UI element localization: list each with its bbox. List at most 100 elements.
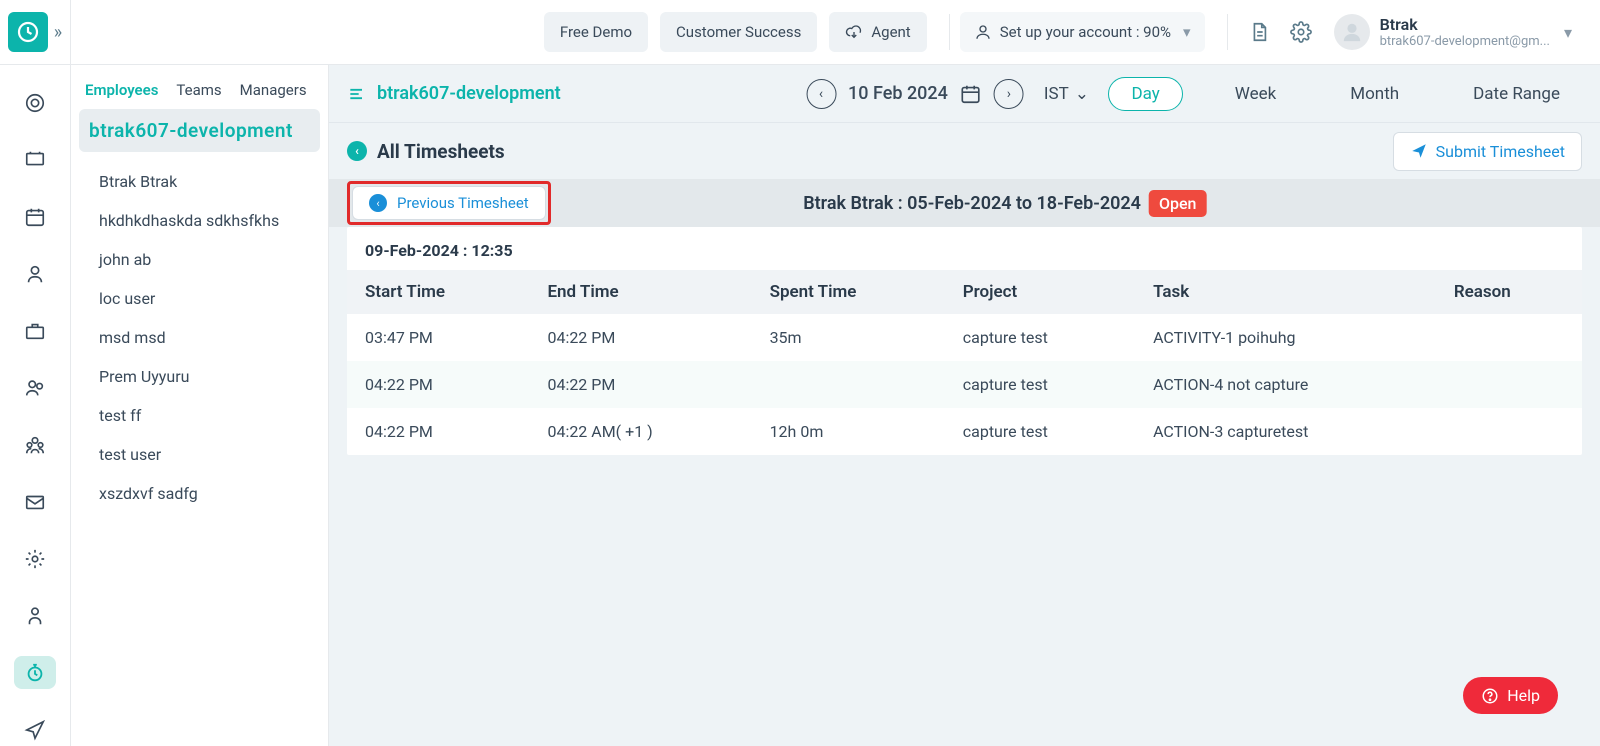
range-tabs: Day Week Month Date Range bbox=[1108, 77, 1582, 111]
separator bbox=[949, 14, 950, 50]
gear-icon bbox=[1290, 21, 1312, 43]
col-reason: Reason bbox=[1436, 270, 1582, 314]
date-label: 10 Feb 2024 bbox=[848, 83, 948, 104]
table-row[interactable]: 04:22 PM 04:22 PM capture test ACTION-4 … bbox=[347, 361, 1582, 408]
col-project: Project bbox=[945, 270, 1135, 314]
rail-briefcase[interactable] bbox=[14, 315, 56, 348]
list-icon bbox=[347, 84, 367, 104]
setup-account-label: Set up your account : 90% bbox=[1000, 23, 1171, 41]
tab-month[interactable]: Month bbox=[1328, 78, 1421, 110]
agent-button[interactable]: Agent bbox=[829, 12, 926, 52]
content-head: btrak607-development ‹ 10 Feb 2024 › IST… bbox=[329, 65, 1600, 123]
cell-start: 03:47 PM bbox=[347, 314, 529, 361]
timesheet-band: ‹ Previous Timesheet Btrak Btrak : 05-Fe… bbox=[329, 179, 1600, 227]
employee-list: Btrak Btrak hkdhkdhaskda sdkhsfkhs john … bbox=[79, 158, 320, 513]
next-day-button[interactable]: › bbox=[994, 79, 1024, 109]
tab-week[interactable]: Week bbox=[1213, 78, 1298, 110]
cell-end: 04:22 PM bbox=[529, 361, 751, 408]
selected-entity[interactable]: btrak607-development bbox=[79, 109, 320, 152]
tab-day[interactable]: Day bbox=[1108, 77, 1182, 111]
rail-location[interactable] bbox=[14, 713, 56, 746]
list-item[interactable]: loc user bbox=[93, 279, 320, 318]
rail-calendar[interactable] bbox=[14, 201, 56, 234]
list-item[interactable]: hkdhkdhaskda sdkhsfkhs bbox=[93, 201, 320, 240]
col-task: Task bbox=[1135, 270, 1436, 314]
cell-task: ACTION-4 not capture bbox=[1135, 361, 1436, 408]
user-setup-icon bbox=[974, 23, 992, 41]
rail-team[interactable] bbox=[14, 429, 56, 462]
cell-spent bbox=[752, 361, 945, 408]
tab-date-range[interactable]: Date Range bbox=[1451, 78, 1582, 110]
rail-profile[interactable] bbox=[14, 599, 56, 632]
rail-settings[interactable] bbox=[14, 542, 56, 575]
previous-timesheet-highlight: ‹ Previous Timesheet bbox=[347, 181, 551, 225]
list-item[interactable]: test user bbox=[93, 435, 320, 474]
topbar-actions: Free Demo Customer Success Agent Set up … bbox=[71, 11, 1600, 53]
previous-timesheet-label: Previous Timesheet bbox=[397, 194, 529, 212]
list-item[interactable]: xszdxvf sadfg bbox=[93, 474, 320, 513]
settings-icon-button[interactable] bbox=[1280, 11, 1322, 53]
list-item[interactable]: Btrak Btrak bbox=[93, 162, 320, 201]
cell-reason bbox=[1436, 314, 1582, 361]
list-item[interactable]: msd msd bbox=[93, 318, 320, 357]
rail-screen[interactable] bbox=[14, 144, 56, 177]
cell-start: 04:22 PM bbox=[347, 408, 529, 455]
topbar: » Free Demo Customer Success Agent Set u… bbox=[0, 0, 1600, 65]
previous-timesheet-button[interactable]: ‹ Previous Timesheet bbox=[352, 186, 546, 220]
tab-employees[interactable]: Employees bbox=[85, 81, 158, 99]
tab-managers[interactable]: Managers bbox=[240, 81, 307, 99]
back-icon: ‹ bbox=[347, 141, 367, 161]
cell-start: 04:22 PM bbox=[347, 361, 529, 408]
prev-day-button[interactable]: ‹ bbox=[806, 79, 836, 109]
download-cloud-icon bbox=[845, 23, 863, 41]
help-button[interactable]: Help bbox=[1463, 677, 1558, 714]
document-icon-button[interactable] bbox=[1238, 11, 1280, 53]
all-timesheets-heading[interactable]: ‹ All Timesheets bbox=[347, 140, 505, 163]
table-row[interactable]: 03:47 PM 04:22 PM 35m capture test ACTIV… bbox=[347, 314, 1582, 361]
list-item[interactable]: test ff bbox=[93, 396, 320, 435]
rail-people[interactable] bbox=[14, 372, 56, 405]
cell-task: ACTION-3 capturetest bbox=[1135, 408, 1436, 455]
list-item[interactable]: Prem Uyyuru bbox=[93, 357, 320, 396]
timezone-selector[interactable]: IST ⌄ bbox=[1044, 84, 1089, 104]
logo-area: » bbox=[0, 0, 71, 64]
table-header-row: Start Time End Time Spent Time Project T… bbox=[347, 270, 1582, 314]
sidebar-collapse-icon[interactable]: » bbox=[54, 22, 62, 43]
send-icon bbox=[1410, 142, 1428, 160]
col-start-time: Start Time bbox=[347, 270, 529, 314]
document-icon bbox=[1248, 21, 1270, 43]
status-badge: Open bbox=[1149, 190, 1207, 217]
help-label: Help bbox=[1507, 686, 1540, 705]
submit-timesheet-button[interactable]: Submit Timesheet bbox=[1393, 132, 1582, 171]
table-row[interactable]: 04:22 PM 04:22 AM( +1 ) 12h 0m capture t… bbox=[347, 408, 1582, 455]
caret-down-icon: ▾ bbox=[1183, 23, 1191, 41]
user-menu[interactable]: Btrak btrak607-development@gm... ▾ bbox=[1334, 14, 1588, 50]
user-text: Btrak btrak607-development@gm... bbox=[1380, 15, 1550, 49]
cell-task: ACTIVITY-1 poihuhg bbox=[1135, 314, 1436, 361]
customer-success-button[interactable]: Customer Success bbox=[660, 12, 817, 52]
submit-timesheet-label: Submit Timesheet bbox=[1436, 142, 1565, 161]
agent-button-label: Agent bbox=[871, 23, 910, 41]
setup-account-button[interactable]: Set up your account : 90% ▾ bbox=[960, 12, 1205, 52]
rail-user[interactable] bbox=[14, 258, 56, 291]
help-icon bbox=[1481, 687, 1499, 705]
list-item[interactable]: john ab bbox=[93, 240, 320, 279]
caret-down-icon: ▾ bbox=[1564, 23, 1572, 42]
free-demo-button[interactable]: Free Demo bbox=[544, 12, 648, 52]
sidepanel-tabs: Employees Teams Managers bbox=[79, 73, 320, 109]
arrow-left-icon: ‹ bbox=[369, 194, 387, 212]
cell-end: 04:22 PM bbox=[529, 314, 751, 361]
timesheet-table-area: 09-Feb-2024 : 12:35 Start Time End Time … bbox=[347, 227, 1582, 455]
brand-logo[interactable] bbox=[8, 12, 48, 52]
breadcrumb[interactable]: btrak607-development bbox=[347, 83, 561, 104]
calendar-icon[interactable] bbox=[960, 83, 982, 105]
tab-teams[interactable]: Teams bbox=[176, 81, 221, 99]
rail-timesheet[interactable] bbox=[14, 656, 56, 689]
content-area: btrak607-development ‹ 10 Feb 2024 › IST… bbox=[329, 65, 1600, 746]
band-title: Btrak Btrak : 05-Feb-2024 to 18-Feb-2024… bbox=[803, 190, 1206, 217]
rail-dashboard[interactable] bbox=[14, 87, 56, 120]
timezone-label: IST bbox=[1044, 84, 1069, 104]
all-timesheets-label: All Timesheets bbox=[377, 140, 505, 163]
rail-mail[interactable] bbox=[14, 485, 56, 518]
subhead: ‹ All Timesheets Submit Timesheet bbox=[329, 123, 1600, 179]
